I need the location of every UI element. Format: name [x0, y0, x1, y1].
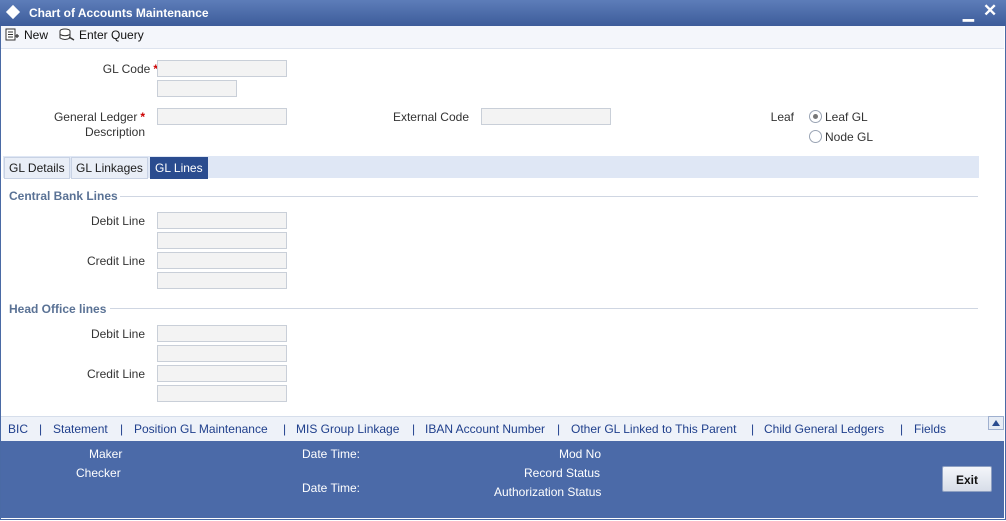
- gl-code-label: GL Code *: [60, 62, 158, 76]
- link-other-gl-linked[interactable]: Other GL Linked to This Parent: [571, 422, 736, 436]
- ho-credit-line-desc-input[interactable]: [157, 385, 287, 402]
- link-separator: |: [412, 422, 416, 436]
- checker-date-time-label: Date Time:: [302, 481, 361, 495]
- cb-debit-line-input[interactable]: [157, 212, 287, 229]
- minimize-icon[interactable]: ▁: [963, 6, 974, 20]
- radio-unselected-icon: [809, 130, 822, 143]
- gl-description-label-line2: Description: [84, 125, 145, 139]
- ho-debit-line-desc-input[interactable]: [157, 345, 287, 362]
- window-title: Chart of Accounts Maintenance: [29, 6, 209, 20]
- node-gl-label: Node GL: [825, 130, 874, 144]
- app-diamond-icon: [5, 4, 21, 20]
- maker-label: Maker: [89, 447, 123, 461]
- tab-gl-linkages[interactable]: GL Linkages: [71, 157, 148, 179]
- ho-debit-line-label: Debit Line: [90, 327, 145, 341]
- ho-credit-line-label: Credit Line: [86, 367, 145, 381]
- link-child-general-ledgers[interactable]: Child General Ledgers: [764, 422, 884, 436]
- new-label: New: [24, 28, 49, 42]
- checker-label: Checker: [76, 466, 121, 480]
- leaf-label: Leaf: [770, 110, 794, 124]
- section-divider: [120, 196, 978, 197]
- gl-description-input[interactable]: [157, 108, 287, 125]
- title-bar: Chart of Accounts Maintenance ▁ ✕: [0, 0, 1006, 26]
- link-fields[interactable]: Fields: [914, 422, 946, 436]
- link-separator: |: [120, 422, 124, 436]
- gl-code-input[interactable]: [157, 60, 287, 77]
- close-icon[interactable]: ✕: [983, 2, 997, 19]
- query-icon: [59, 28, 75, 41]
- link-mis-group-linkage[interactable]: MIS Group Linkage: [296, 422, 399, 436]
- maker-date-time-label: Date Time:: [302, 447, 361, 461]
- gl-code-label-text: GL Code: [102, 62, 151, 76]
- gl-description-label: General Ledger * Description: [30, 110, 145, 140]
- leaf-gl-radio[interactable]: Leaf GL: [809, 110, 868, 124]
- gl-description-label-line1: General Ledger: [53, 110, 138, 124]
- link-separator: |: [557, 422, 561, 436]
- exit-button[interactable]: Exit: [942, 466, 992, 492]
- external-code-input[interactable]: [481, 108, 611, 125]
- link-bic[interactable]: BIC: [8, 422, 28, 436]
- radio-selected-icon: [809, 110, 822, 123]
- link-position-gl-maintenance[interactable]: Position GL Maintenance: [134, 422, 268, 436]
- ho-credit-line-input[interactable]: [157, 365, 287, 382]
- cb-credit-line-label: Credit Line: [86, 254, 145, 268]
- mod-no-label: Mod No: [559, 447, 602, 461]
- cb-credit-line-desc-input[interactable]: [157, 272, 287, 289]
- link-separator: |: [283, 422, 287, 436]
- external-code-label: External Code: [392, 110, 469, 124]
- gl-code-extra-input[interactable]: [157, 80, 237, 97]
- link-separator: |: [900, 422, 904, 436]
- cb-debit-line-label: Debit Line: [90, 214, 145, 228]
- head-office-lines-title: Head Office lines: [9, 302, 107, 316]
- required-mark: *: [140, 110, 145, 124]
- link-iban-account-number[interactable]: IBAN Account Number: [425, 422, 545, 436]
- cb-credit-line-input[interactable]: [157, 252, 287, 269]
- node-gl-radio[interactable]: Node GL: [809, 130, 873, 144]
- new-button[interactable]: New: [5, 28, 48, 42]
- link-separator: |: [751, 422, 755, 436]
- enter-query-label: Enter Query: [79, 28, 144, 42]
- toolbar: [1, 26, 1004, 49]
- link-statement[interactable]: Statement: [53, 422, 108, 436]
- authorization-status-label: Authorization Status: [494, 485, 602, 499]
- link-separator: |: [39, 422, 43, 436]
- central-bank-lines-title: Central Bank Lines: [9, 189, 118, 203]
- leaf-gl-label: Leaf GL: [825, 110, 868, 124]
- scroll-up-icon[interactable]: [988, 416, 1004, 430]
- cb-debit-line-desc-input[interactable]: [157, 232, 287, 249]
- section-divider: [110, 308, 978, 309]
- tab-gl-lines[interactable]: GL Lines: [150, 157, 208, 179]
- ho-debit-line-input[interactable]: [157, 325, 287, 342]
- tab-gl-details[interactable]: GL Details: [4, 157, 70, 179]
- record-status-label: Record Status: [524, 466, 601, 480]
- audit-footer: [1, 441, 1004, 518]
- enter-query-button[interactable]: Enter Query: [59, 28, 144, 42]
- new-document-icon: [5, 28, 19, 41]
